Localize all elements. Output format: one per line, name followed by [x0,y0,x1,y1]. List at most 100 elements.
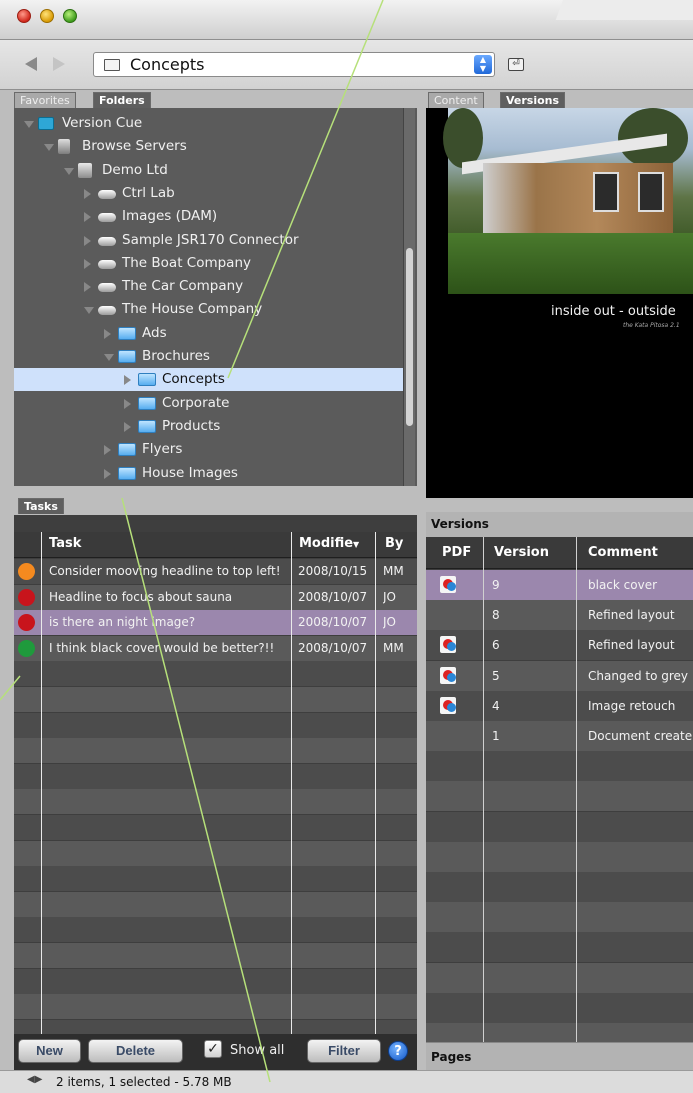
parent-folder-icon[interactable]: ⏎ [508,58,524,71]
pdf-icon[interactable] [440,696,456,714]
version-number: 1 [492,729,500,743]
disclosure-closed-icon[interactable] [84,282,91,293]
version-comment: black cover [588,578,658,592]
row-stripe [14,763,417,789]
pdf-icon[interactable] [440,576,456,593]
folder-icon [138,419,156,433]
column-divider[interactable] [291,532,292,1034]
disclosure-closed-icon[interactable] [104,445,111,456]
disclosure-closed-icon[interactable] [84,235,91,246]
new-task-button[interactable]: New [18,1039,81,1063]
tree-item[interactable]: Products [14,415,404,438]
tree-item[interactable]: Images (DAM) [14,205,404,228]
pages-bar[interactable]: Pages [426,1042,693,1070]
table-row[interactable]: is there an night image? 2008/10/07 JO [14,610,417,636]
column-divider[interactable] [576,537,577,1042]
disclosure-open-icon[interactable] [104,354,114,361]
tree-item[interactable]: Brochures [14,345,404,368]
task-text: Consider mooving headline to top left! [49,564,281,578]
col-pdf[interactable]: PDF [442,545,471,560]
disclosure-closed-icon[interactable] [104,468,111,479]
show-all-checkbox[interactable]: ✓ [204,1040,222,1058]
delete-task-button[interactable]: Delete [88,1039,183,1063]
tree-scrollbar[interactable] [403,108,415,486]
column-divider[interactable] [375,532,376,1034]
col-task[interactable]: Task [49,536,81,551]
photo-window [593,172,619,212]
tree-item[interactable]: Sample JSR170 Connector [14,229,404,252]
close-button[interactable] [17,9,31,23]
back-arrow-icon[interactable] [25,57,37,71]
disclosure-closed-icon[interactable] [124,421,131,432]
disclosure-closed-icon[interactable] [104,328,111,339]
tree-item-label: Ctrl Lab [122,184,175,201]
project-icon [98,213,116,223]
version-row[interactable]: 9 black cover [426,570,693,600]
disclosure-closed-icon[interactable] [124,375,131,386]
tree-item[interactable]: House Images [14,462,404,485]
disclosure-open-icon[interactable] [64,167,74,175]
tree-item[interactable]: Ctrl Lab [14,182,404,205]
version-row[interactable]: 1 Document create [426,721,693,751]
disclosure-open-icon[interactable] [24,121,34,128]
filter-button[interactable]: Filter [307,1039,381,1063]
zoom-button[interactable] [63,9,77,23]
version-comment: Image retouch [588,698,676,713]
pdf-icon[interactable] [440,636,456,654]
row-stripe [14,968,417,994]
column-divider[interactable] [41,532,42,1034]
disclosure-open-icon[interactable] [44,144,54,152]
tree-item[interactable]: Demo Ltd [14,159,404,182]
tab-folders[interactable]: Folders [93,92,151,108]
right-tab-row: Content Versions [426,90,693,108]
folder-icon [138,373,156,387]
table-row[interactable]: Headline to focus about sauna 2008/10/07 J… [14,585,417,610]
tree-item[interactable]: The Boat Company [14,252,404,275]
tree-item-label: Flyers [142,441,183,458]
tasks-tab-row: Tasks [14,496,417,514]
tree-item[interactable]: Browse Servers [14,135,404,158]
tree-item-label: Corporate [162,394,230,411]
pdf-icon[interactable] [440,666,456,684]
tab-content[interactable]: Content [428,92,484,108]
tab-versions[interactable]: Versions [500,92,566,108]
version-row[interactable]: 4 Image retouch [426,691,693,721]
path-popup[interactable]: Concepts ▲ ▼ [93,52,495,77]
version-comment: Refined layout [588,638,675,653]
tab-tasks[interactable]: Tasks [18,498,64,514]
popup-stepper-icon[interactable]: ▲ ▼ [474,55,492,74]
forward-arrow-icon[interactable] [53,57,65,71]
version-comment: Document create [588,729,693,743]
sort-desc-icon[interactable]: ▼ [353,540,359,549]
col-comment[interactable]: Comment [588,545,658,560]
tree-item[interactable]: Flyers [14,438,404,461]
col-version[interactable]: Version [494,545,549,560]
minimize-button[interactable] [40,9,54,23]
disclosure-closed-icon[interactable] [84,258,91,269]
preview-slogan: inside out - outside [551,304,676,319]
row-stripe [14,866,417,892]
disclosure-closed-icon[interactable] [84,188,91,199]
table-row[interactable]: Consider mooving headline to top left! 20… [14,559,417,584]
tab-favorites[interactable]: Favorites [14,92,76,108]
col-modified[interactable]: Modifie [299,536,353,551]
disclosure-closed-icon[interactable] [124,398,131,409]
version-row[interactable]: 6 Refined layout [426,630,693,660]
tree-item[interactable]: Ads [14,322,404,345]
col-by[interactable]: By [385,536,403,551]
help-button[interactable]: ? [388,1041,408,1061]
table-row[interactable]: I think black cover would be better?!! 20… [14,636,417,661]
version-number: 5 [492,668,500,683]
tree-item[interactable]: The House Company [14,298,404,321]
version-row[interactable]: 8 Refined layout [426,600,693,630]
column-divider[interactable] [483,537,484,1042]
disclosure-open-icon[interactable] [84,307,94,315]
version-row[interactable]: 5 Changed to grey [426,661,693,691]
tree-item[interactable]: Concepts [14,368,404,392]
tree-item[interactable]: Corporate [14,392,404,415]
tree-item[interactable]: The Car Company [14,275,404,298]
scroll-thumb[interactable] [406,248,413,426]
resize-arrows-icon[interactable]: ◀▶ [27,1074,42,1085]
disclosure-closed-icon[interactable] [84,212,91,223]
tree-item[interactable]: Version Cue [14,112,404,135]
